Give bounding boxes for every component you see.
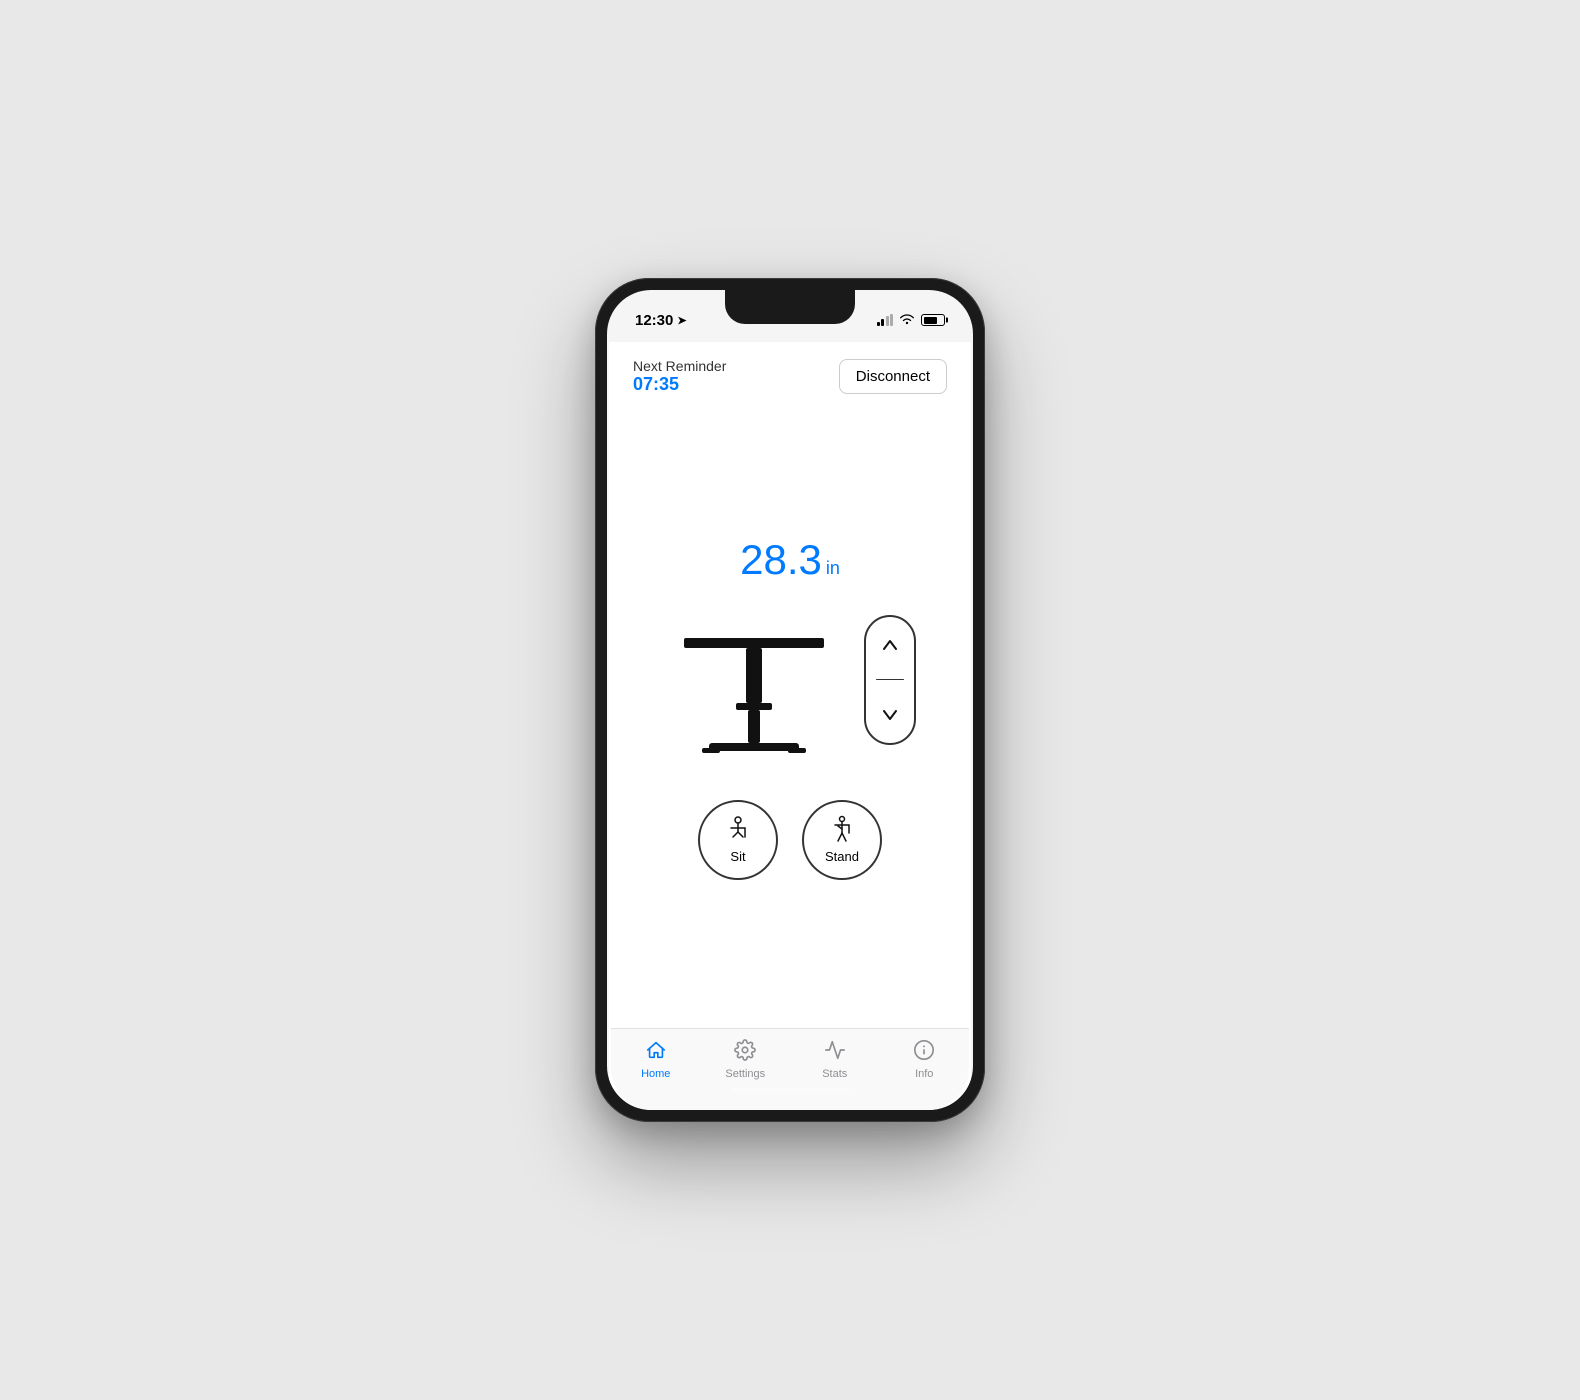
stats-icon — [824, 1039, 846, 1065]
app-header: Next Reminder 07:35 Disconnect — [609, 342, 971, 407]
reminder-time: 07:35 — [633, 374, 726, 395]
decrease-button[interactable] — [872, 697, 908, 733]
height-value: 28.3 — [740, 536, 822, 584]
desk-illustration — [664, 600, 844, 760]
app-content: Next Reminder 07:35 Disconnect 28.3 in — [609, 342, 971, 1110]
increase-button[interactable] — [872, 627, 908, 663]
home-indicator — [730, 1088, 850, 1092]
notch — [725, 290, 855, 324]
time-display: 12:30 — [635, 312, 673, 329]
stand-button[interactable]: Stand — [802, 800, 882, 880]
wifi-icon — [899, 313, 915, 328]
reminder-label: Next Reminder — [633, 358, 726, 374]
height-display: 28.3 in — [740, 536, 840, 584]
disconnect-button[interactable]: Disconnect — [839, 359, 947, 394]
stats-tab-label: Stats — [822, 1068, 847, 1080]
tab-info[interactable]: Info — [880, 1039, 970, 1080]
tab-home[interactable]: Home — [611, 1039, 701, 1080]
info-tab-label: Info — [915, 1068, 933, 1080]
desk-row — [664, 600, 916, 760]
reminder-section: Next Reminder 07:35 — [633, 358, 726, 395]
home-icon — [645, 1039, 667, 1065]
tab-stats[interactable]: Stats — [790, 1039, 880, 1080]
phone-screen: 12:30 ➤ — [607, 290, 973, 1110]
battery-icon — [921, 314, 945, 326]
location-icon: ➤ — [677, 314, 686, 327]
height-unit: in — [826, 558, 840, 579]
height-control — [864, 615, 916, 745]
sit-label: Sit — [730, 849, 745, 864]
preset-row: Sit Stan — [698, 800, 882, 880]
main-area: 28.3 in — [609, 407, 971, 1028]
stand-label: Stand — [825, 849, 859, 864]
settings-icon — [734, 1039, 756, 1065]
sit-button[interactable]: Sit — [698, 800, 778, 880]
tab-settings[interactable]: Settings — [701, 1039, 791, 1080]
home-tab-label: Home — [641, 1068, 670, 1080]
phone-frame: 12:30 ➤ — [595, 278, 985, 1122]
status-icons — [877, 313, 946, 328]
signal-icon — [877, 314, 894, 326]
tab-bar: Home Settings — [611, 1028, 969, 1110]
settings-tab-label: Settings — [725, 1068, 765, 1080]
control-divider — [876, 679, 904, 681]
info-icon — [913, 1039, 935, 1065]
status-time: 12:30 ➤ — [635, 312, 687, 329]
